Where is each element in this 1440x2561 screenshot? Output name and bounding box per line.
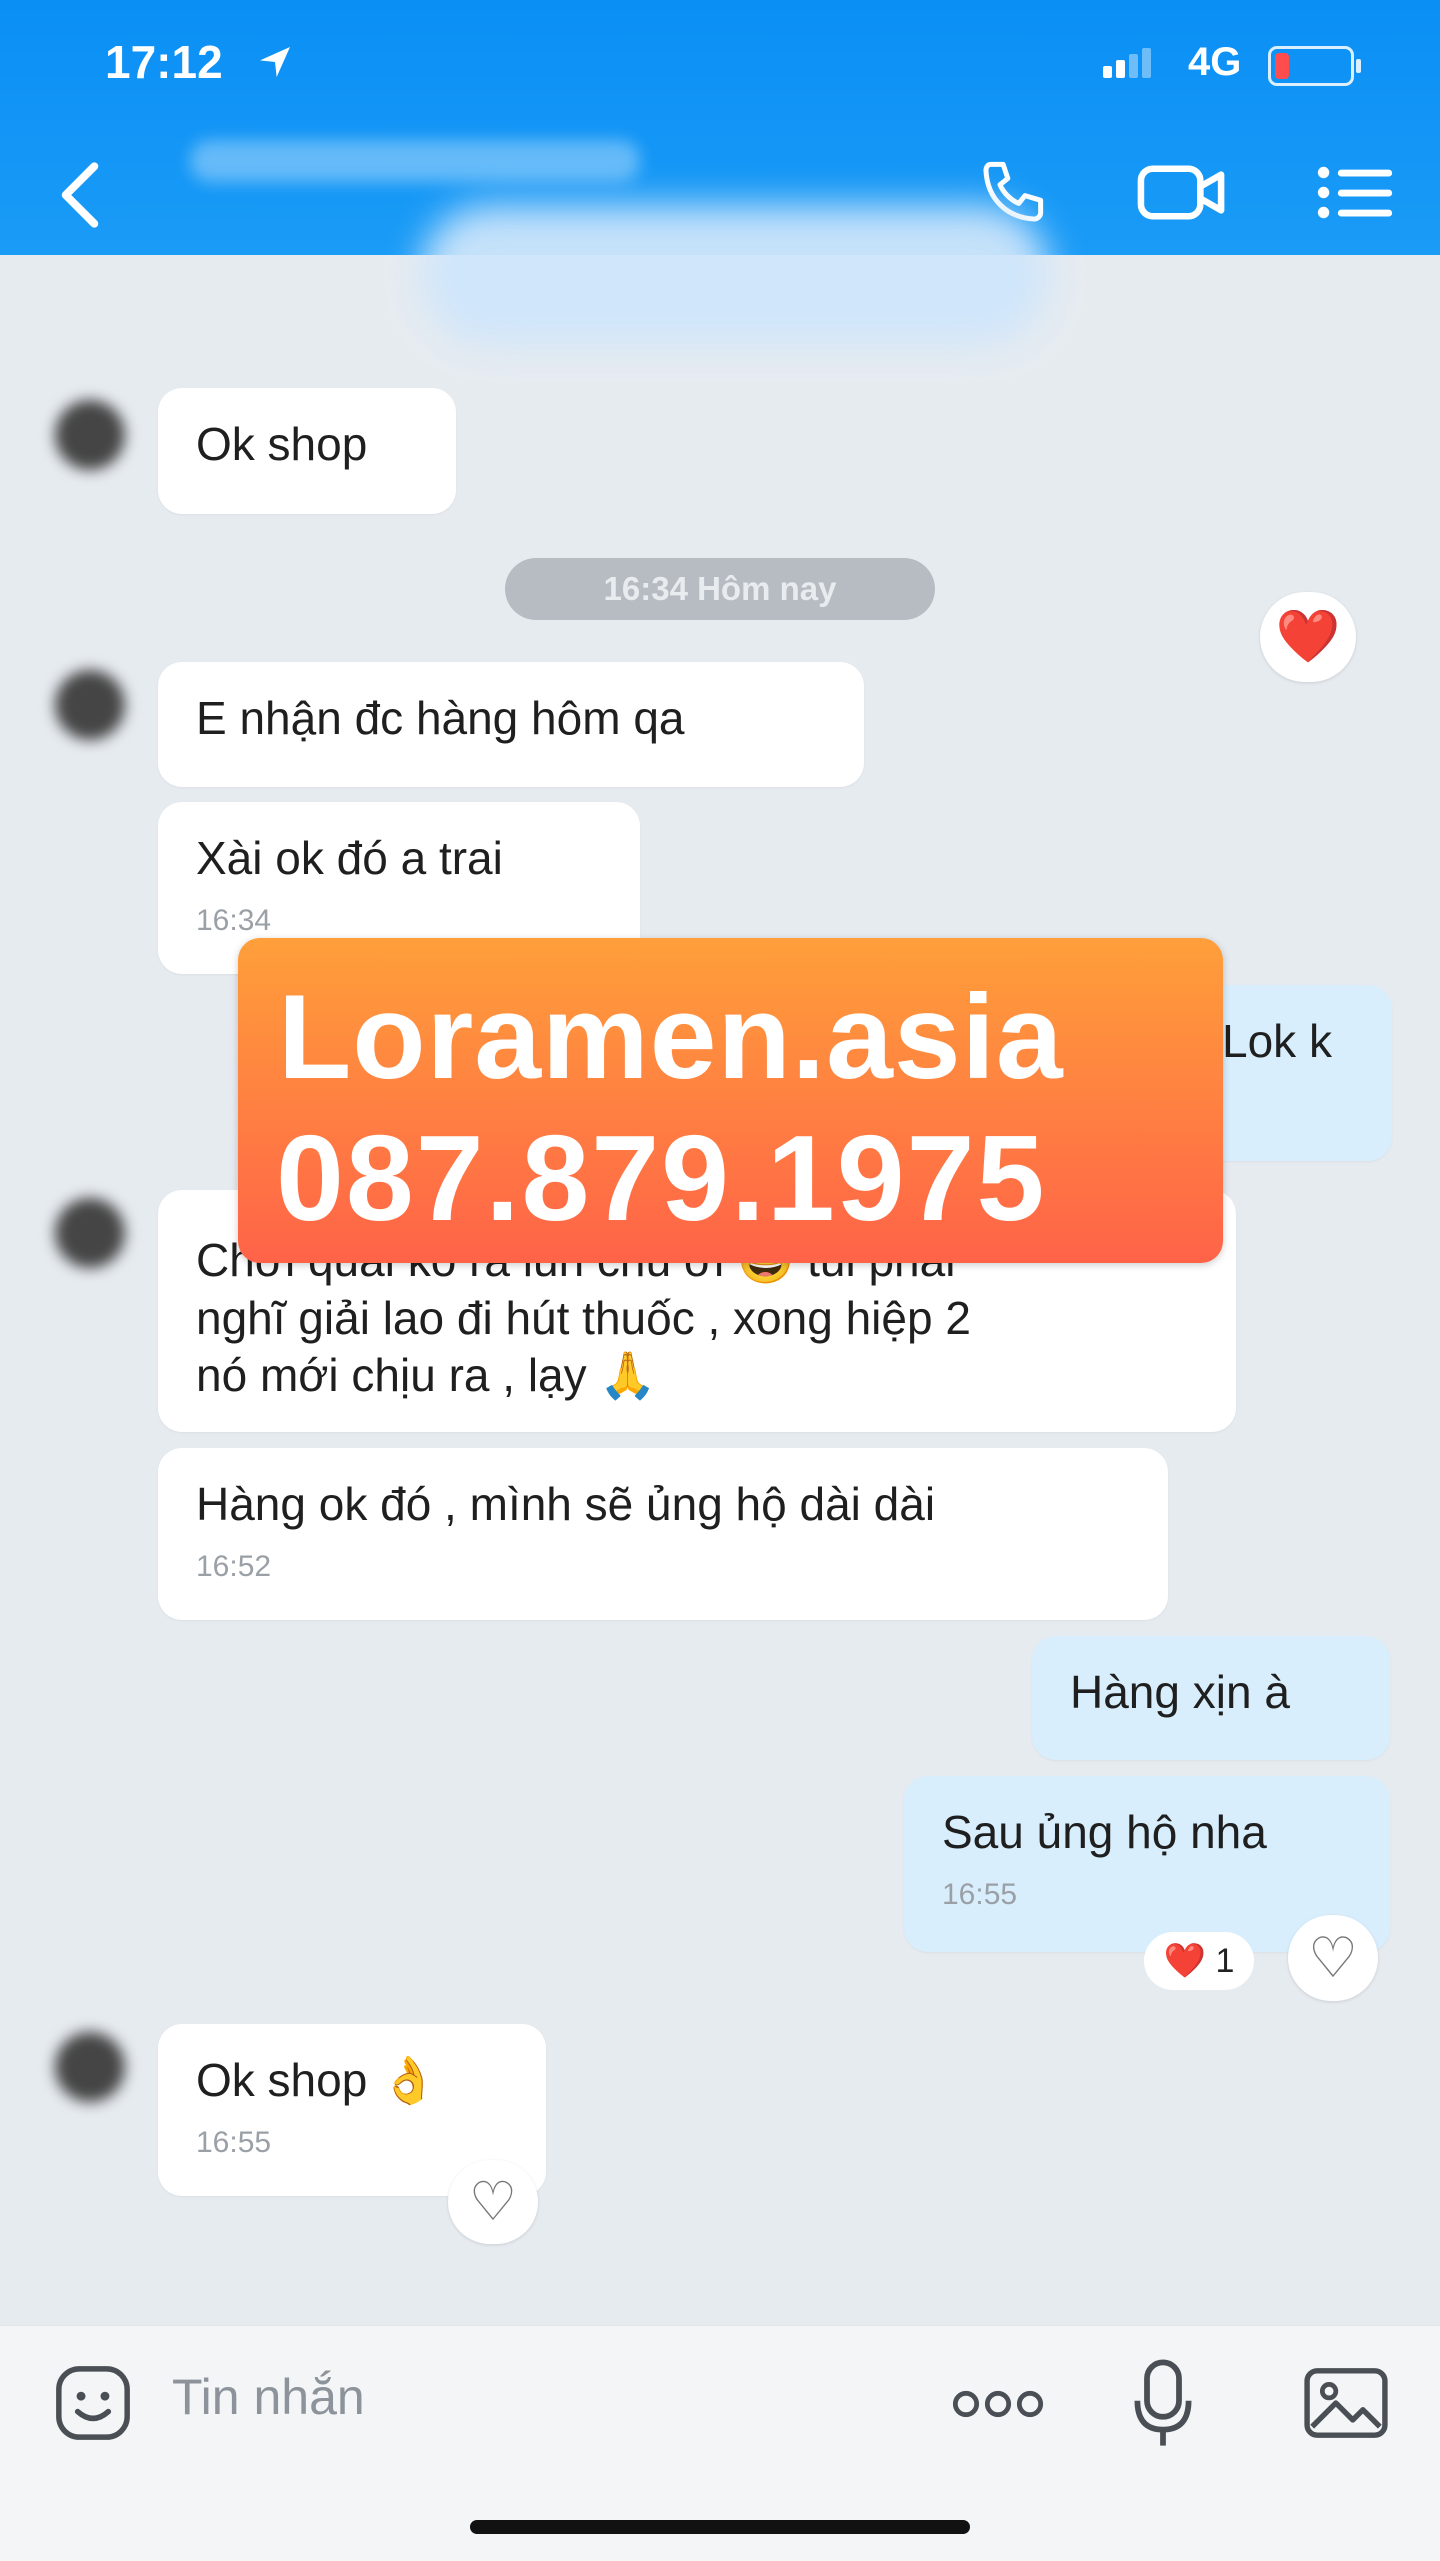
battery-icon bbox=[1268, 46, 1361, 86]
message-input[interactable]: Tin nhắn bbox=[172, 2368, 365, 2426]
message-time: 16:52 bbox=[196, 1549, 272, 1583]
signal-icon bbox=[1103, 48, 1155, 78]
message-text: Hàng ok đó , mình sẽ ủng hộ dài dài bbox=[196, 1478, 936, 1530]
empty-heart-icon: ♡ bbox=[1307, 1926, 1359, 1989]
message-time: 16:55 bbox=[196, 2125, 272, 2159]
received-message[interactable]: Ok shop bbox=[158, 388, 456, 514]
pinned-banner bbox=[420, 205, 1050, 345]
message-text: Lok k bbox=[1222, 1015, 1332, 1067]
avatar bbox=[55, 670, 125, 740]
network-label: 4G bbox=[1188, 40, 1242, 84]
microphone-icon[interactable] bbox=[1130, 2356, 1196, 2452]
message-time: 16:34 bbox=[196, 903, 272, 937]
react-button[interactable]: ♡ bbox=[1288, 1915, 1378, 2001]
menu-list-icon[interactable] bbox=[1315, 155, 1395, 230]
heart-icon: ❤️ bbox=[1275, 608, 1341, 666]
sent-message[interactable]: Hàng xịn à bbox=[1032, 1636, 1390, 1760]
reaction-count-value: 1 bbox=[1215, 1942, 1235, 1980]
message-time: 16:55 bbox=[942, 1877, 1018, 1911]
contact-name[interactable] bbox=[190, 140, 640, 182]
home-indicator[interactable] bbox=[470, 2520, 970, 2534]
watermark-banner: Loramen.asia 087.879.1975 bbox=[238, 938, 1223, 1263]
back-icon[interactable] bbox=[55, 160, 105, 230]
received-message[interactable]: Hàng ok đó , mình sẽ ủng hộ dài dài 16:5… bbox=[158, 1448, 1168, 1620]
heart-icon: ❤️ bbox=[1163, 1942, 1206, 1980]
heart-reaction[interactable]: ❤️ bbox=[1260, 592, 1356, 682]
message-text: Hàng xịn à bbox=[1070, 1666, 1290, 1718]
reaction-count[interactable]: ❤️ 1 bbox=[1144, 1932, 1254, 1990]
sticker-icon[interactable] bbox=[52, 2362, 134, 2444]
more-icon[interactable] bbox=[950, 2386, 1046, 2422]
message-text: Sau ủng hộ nha bbox=[942, 1806, 1267, 1858]
react-button[interactable]: ♡ bbox=[448, 2160, 538, 2244]
image-icon[interactable] bbox=[1302, 2364, 1390, 2442]
empty-heart-icon: ♡ bbox=[468, 2172, 518, 2232]
status-time: 17:12 bbox=[105, 36, 223, 88]
message-line: nó mới chịu ra , lạy 🙏 bbox=[196, 1349, 657, 1401]
message-text: Ok shop bbox=[196, 418, 368, 470]
message-line: nghĩ giải lao đi hút thuốc , xong hiệp 2 bbox=[196, 1291, 971, 1344]
timestamp-divider: 16:34 Hôm nay bbox=[505, 558, 935, 620]
message-text: Xài ok đó a trai bbox=[196, 832, 503, 884]
avatar bbox=[55, 1198, 125, 1268]
received-message[interactable]: E nhận đc hàng hôm qa bbox=[158, 662, 864, 787]
avatar bbox=[55, 2032, 125, 2102]
avatar bbox=[55, 400, 125, 470]
watermark-line2: 087.879.1975 bbox=[276, 1110, 1047, 1246]
video-call-icon[interactable] bbox=[1135, 155, 1230, 230]
message-text: E nhận đc hàng hôm qa bbox=[196, 692, 685, 744]
message-text: Ok shop 👌 bbox=[196, 2054, 438, 2106]
watermark-line1: Loramen.asia bbox=[278, 970, 1064, 1104]
location-arrow-icon bbox=[260, 47, 290, 77]
